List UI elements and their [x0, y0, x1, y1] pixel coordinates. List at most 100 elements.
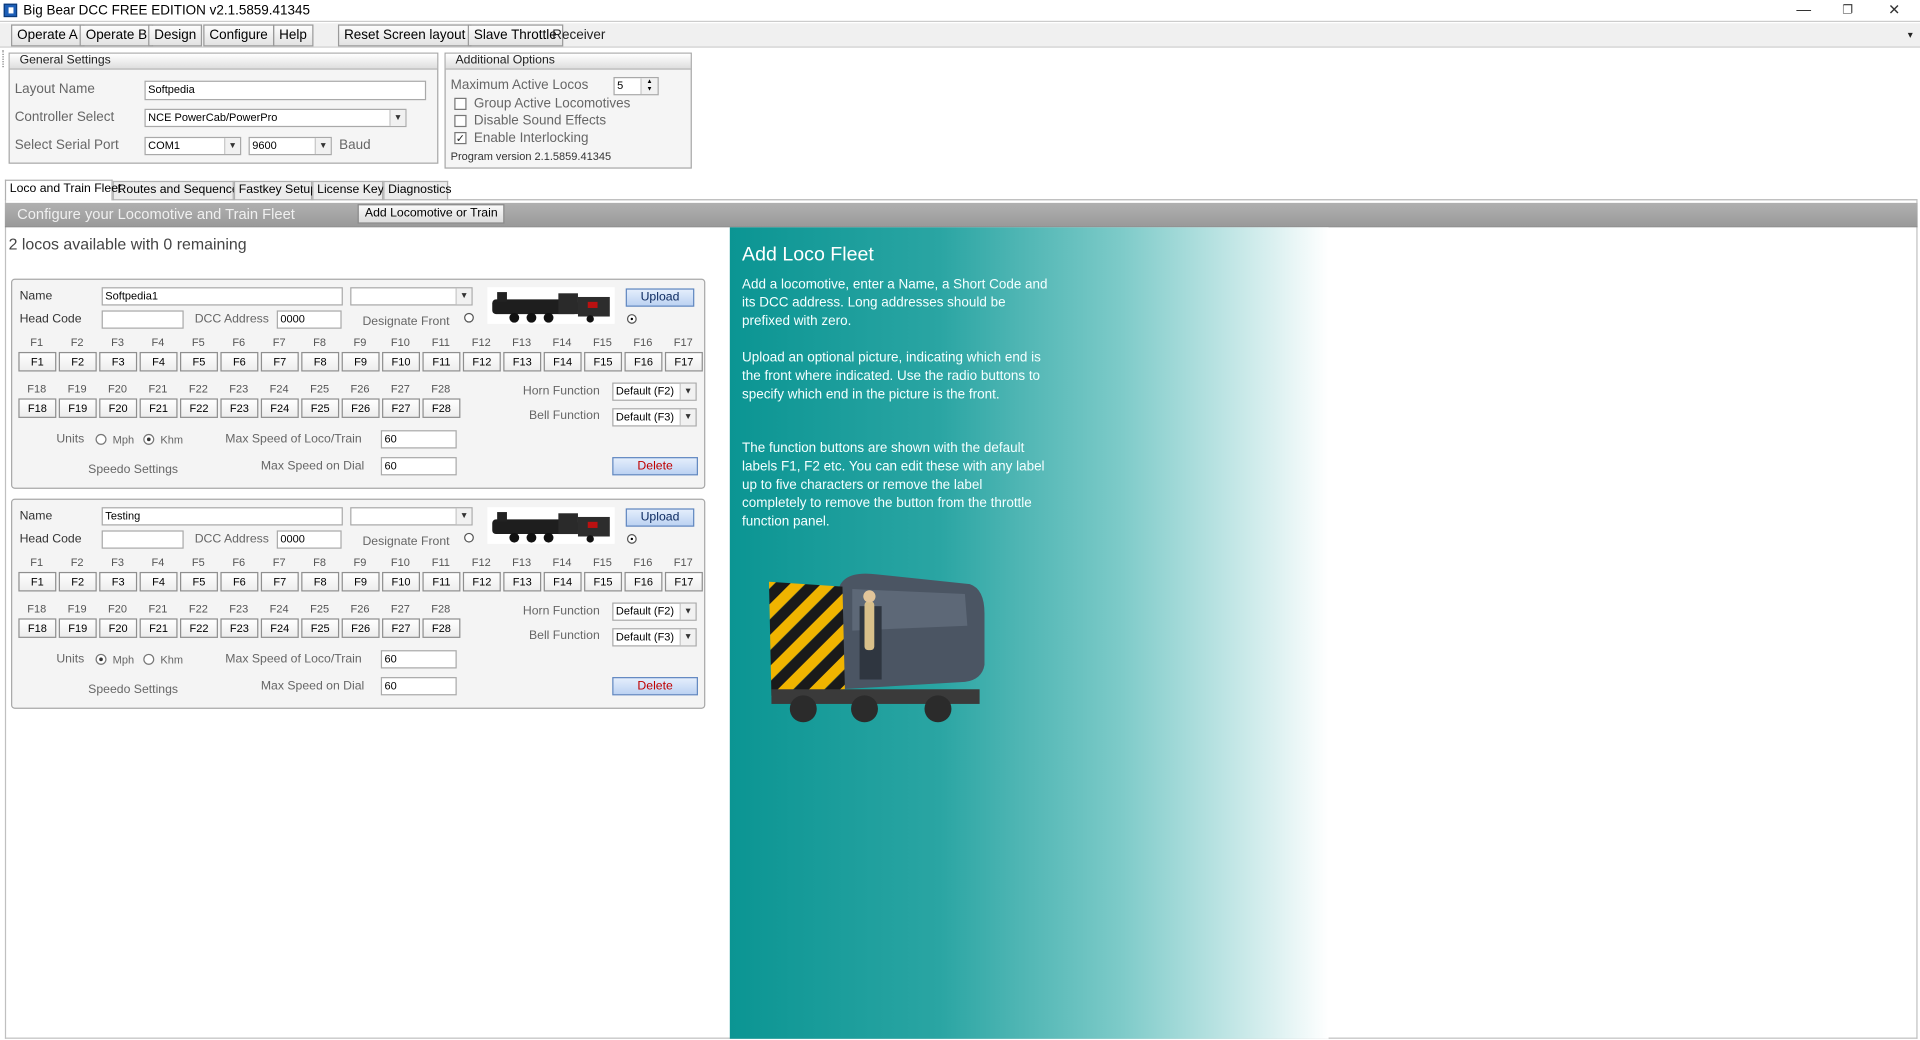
function-button-f18[interactable]: F18: [18, 398, 57, 418]
units-mph-radio[interactable]: [95, 433, 107, 445]
disable-sound-checkbox[interactable]: [454, 114, 467, 128]
function-button-f19[interactable]: F19: [58, 618, 97, 638]
loco-type-select[interactable]: ▼: [350, 507, 473, 526]
function-button-f21[interactable]: F21: [139, 618, 178, 638]
units-khm-radio[interactable]: [143, 653, 155, 665]
operate-a-button[interactable]: Operate A: [11, 24, 84, 47]
add-locomotive-button[interactable]: Add Locomotive or Train: [357, 204, 505, 224]
head-code-input[interactable]: [101, 530, 184, 549]
loco-name-input[interactable]: Testing: [101, 507, 343, 526]
function-button-f2[interactable]: F2: [58, 351, 97, 372]
function-button-f3[interactable]: F3: [99, 351, 138, 372]
spinner-arrows-icon[interactable]: ▲ ▼: [640, 78, 658, 95]
minimize-button[interactable]: —: [1783, 0, 1825, 22]
loco-type-select[interactable]: ▼: [350, 287, 473, 306]
configure-button[interactable]: Configure: [203, 24, 274, 47]
function-button-f4[interactable]: F4: [139, 351, 178, 372]
front-right-radio[interactable]: [626, 534, 637, 544]
function-button-f17[interactable]: F17: [664, 351, 703, 372]
horn-function-select[interactable]: Default (F2) ▼: [612, 602, 697, 621]
horn-function-select[interactable]: Default (F2) ▼: [612, 382, 697, 401]
function-button-f25[interactable]: F25: [301, 618, 340, 638]
function-button-f28[interactable]: F28: [422, 398, 461, 418]
function-button-f23[interactable]: F23: [220, 618, 259, 638]
function-button-f28[interactable]: F28: [422, 618, 461, 638]
function-button-f20[interactable]: F20: [99, 398, 138, 418]
design-button[interactable]: Design: [148, 24, 203, 47]
function-button-f6[interactable]: F6: [220, 571, 259, 592]
units-mph-radio[interactable]: [95, 653, 107, 665]
operate-b-button[interactable]: Operate B: [79, 24, 154, 47]
function-button-f26[interactable]: F26: [341, 398, 380, 418]
function-button-f22[interactable]: F22: [180, 618, 218, 638]
function-button-f17[interactable]: F17: [664, 571, 703, 592]
function-button-f11[interactable]: F11: [422, 571, 461, 592]
function-button-f13[interactable]: F13: [503, 351, 542, 372]
max-active-locos-stepper[interactable]: 5 ▲ ▼: [613, 76, 659, 96]
function-button-f4[interactable]: F4: [139, 571, 178, 592]
function-button-f7[interactable]: F7: [260, 351, 299, 372]
dcc-address-input[interactable]: 0000: [276, 530, 342, 549]
upload-button[interactable]: Upload: [625, 508, 695, 527]
function-button-f12[interactable]: F12: [462, 351, 501, 372]
function-button-f18[interactable]: F18: [18, 618, 57, 638]
function-button-f19[interactable]: F19: [58, 398, 97, 418]
function-button-f25[interactable]: F25: [301, 398, 340, 418]
function-button-f8[interactable]: F8: [301, 571, 340, 592]
tab-fastkey-setup[interactable]: Fastkey Setup: [233, 180, 317, 201]
function-button-f13[interactable]: F13: [503, 571, 542, 592]
dcc-address-input[interactable]: 0000: [276, 310, 342, 329]
function-button-f5[interactable]: F5: [180, 351, 218, 372]
help-button[interactable]: Help: [273, 24, 314, 47]
function-button-f24[interactable]: F24: [260, 618, 299, 638]
function-button-f14[interactable]: F14: [543, 571, 582, 592]
function-button-f2[interactable]: F2: [58, 571, 97, 592]
units-khm-radio[interactable]: [143, 433, 155, 445]
function-button-f24[interactable]: F24: [260, 398, 299, 418]
function-button-f6[interactable]: F6: [220, 351, 259, 372]
function-button-f1[interactable]: F1: [18, 351, 57, 372]
layout-name-input[interactable]: Softpedia: [144, 80, 427, 101]
bell-function-select[interactable]: Default (F3) ▼: [612, 408, 697, 427]
function-button-f7[interactable]: F7: [260, 571, 299, 592]
function-button-f1[interactable]: F1: [18, 571, 57, 592]
controller-select[interactable]: NCE PowerCab/PowerPro ▼: [144, 108, 407, 128]
front-left-radio[interactable]: [464, 312, 474, 323]
max-speed-loco-input[interactable]: 60: [380, 650, 457, 669]
tab-loco-fleet[interactable]: Loco and Train Fleet: [4, 179, 121, 201]
max-speed-loco-input[interactable]: 60: [380, 430, 457, 449]
function-button-f16[interactable]: F16: [624, 571, 663, 592]
serial-port-select[interactable]: COM1 ▼: [144, 136, 242, 156]
delete-button[interactable]: Delete: [612, 457, 698, 476]
delete-button[interactable]: Delete: [612, 677, 698, 696]
restore-button[interactable]: ❐: [1827, 0, 1869, 22]
function-button-f21[interactable]: F21: [139, 398, 178, 418]
function-button-f5[interactable]: F5: [180, 571, 218, 592]
function-button-f14[interactable]: F14: [543, 351, 582, 372]
front-right-radio[interactable]: [626, 314, 637, 324]
reset-screen-layout-button[interactable]: Reset Screen layout: [337, 24, 472, 47]
close-button[interactable]: ✕: [1873, 0, 1915, 22]
front-left-radio[interactable]: [464, 532, 474, 543]
function-button-f27[interactable]: F27: [382, 398, 421, 418]
function-button-f22[interactable]: F22: [180, 398, 218, 418]
function-button-f11[interactable]: F11: [422, 351, 461, 372]
function-button-f26[interactable]: F26: [341, 618, 380, 638]
head-code-input[interactable]: [101, 310, 184, 329]
slave-throttle-button[interactable]: Slave Throttle: [467, 24, 563, 47]
function-button-f8[interactable]: F8: [301, 351, 340, 372]
toolbar-overflow-icon[interactable]: ▾: [1908, 29, 1913, 40]
function-button-f12[interactable]: F12: [462, 571, 501, 592]
function-button-f15[interactable]: F15: [584, 571, 623, 592]
baud-select[interactable]: 9600 ▼: [248, 136, 332, 156]
tab-license-keys[interactable]: License Keys: [312, 180, 390, 201]
max-speed-dial-input[interactable]: 60: [380, 677, 457, 696]
function-button-f9[interactable]: F9: [341, 571, 380, 592]
tab-diagnostics[interactable]: Diagnostics: [383, 180, 451, 201]
function-button-f10[interactable]: F10: [382, 351, 421, 372]
tab-routes-sequences[interactable]: Routes and Sequences: [112, 180, 245, 201]
function-button-f9[interactable]: F9: [341, 351, 380, 372]
upload-button[interactable]: Upload: [625, 288, 695, 307]
function-button-f16[interactable]: F16: [624, 351, 663, 372]
group-active-checkbox[interactable]: [454, 97, 467, 110]
